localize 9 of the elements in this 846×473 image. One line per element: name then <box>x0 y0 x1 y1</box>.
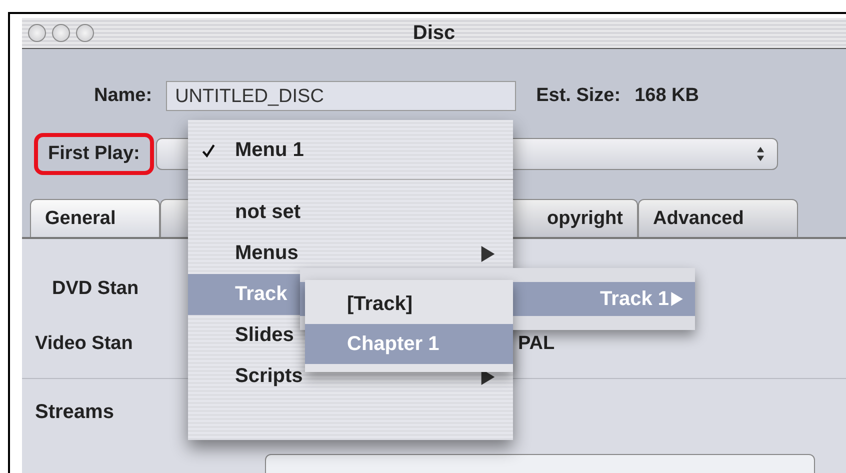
section-heading: Streams <box>35 401 114 424</box>
setting-label: DVD Stan <box>51 278 139 300</box>
setting-label: Video Stan <box>34 333 133 355</box>
est-size-value: 168 KB <box>634 85 699 107</box>
setting-value: PAL <box>518 333 555 355</box>
est-size-label: Est. Size: <box>536 85 621 107</box>
first-play-label: First Play: <box>34 133 154 175</box>
name-label: Name: <box>94 85 152 107</box>
window-title: Disc <box>412 22 456 44</box>
